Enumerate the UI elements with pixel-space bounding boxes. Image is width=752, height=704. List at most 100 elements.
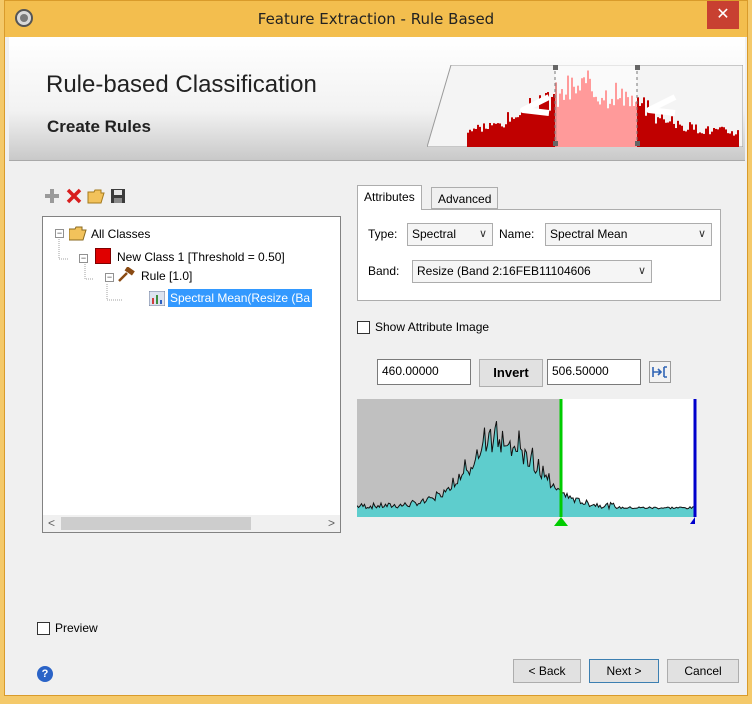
name-value: Spectral Mean [550,227,628,241]
banner-bar [701,133,703,147]
tab-advanced[interactable]: Advanced [431,187,499,209]
banner-bar [487,128,489,147]
cancel-button[interactable]: Cancel [667,659,739,683]
banner-bar [469,129,471,147]
class-color-swatch [95,248,111,264]
show-attribute-image-checkbox[interactable] [357,321,370,334]
banner-bar [507,112,509,147]
banner-bar [669,121,671,147]
banner-bar [657,117,659,147]
open-folder-icon[interactable] [87,187,105,205]
banner-bar [707,126,709,147]
banner-bar [687,129,689,147]
collapse-icon[interactable]: − [79,254,88,263]
banner-bar [709,134,711,147]
scroll-left-icon[interactable]: < [43,515,60,532]
band-dropdown[interactable]: Resize (Band 2:16FEB11104606 ∨ [412,260,652,283]
banner-bar [717,129,719,147]
banner-histogram-graphic [427,65,743,147]
chevron-down-icon: ∨ [634,264,646,277]
banner-bar [659,118,661,147]
tree-horizontal-scrollbar[interactable]: < > [43,515,340,532]
banner-bar [697,133,699,147]
apply-range-icon[interactable] [649,361,671,383]
banner-bar [511,117,513,147]
banner-bar [729,133,731,147]
save-icon[interactable] [109,187,127,205]
title-bar[interactable]: Feature Extraction - Rule Based ✕ [5,1,747,37]
scroll-thumb[interactable] [61,517,251,530]
banner-bar [665,122,667,147]
banner-bar [645,115,647,147]
tree-label-class: New Class 1 [Threshold = 0.50] [117,250,285,264]
banner-bar [527,110,529,147]
folder-icon [69,226,87,241]
banner-bar [475,128,477,147]
banner-bar [727,133,729,147]
attribute-histogram[interactable] [357,399,697,527]
banner-bar [509,121,511,147]
banner-bar [497,123,499,147]
banner-bar [479,126,481,147]
tree-node-attribute[interactable]: Spectral Mean(Resize (Ba [123,289,339,307]
banner-bar [513,118,515,147]
banner-bar [483,123,485,147]
min-threshold-input[interactable]: 460.00000 [377,359,471,385]
banner-bar [503,127,505,147]
banner-bar [675,128,677,147]
banner-bar [691,124,693,147]
banner-bar [667,122,669,147]
add-icon[interactable] [43,187,61,205]
banner-bar [735,134,737,147]
banner-bar [491,125,493,147]
type-label: Type: [368,227,398,241]
banner-bar [723,127,725,147]
tree-label-all-classes: All Classes [91,227,151,241]
attribute-chart-icon [149,291,165,306]
delete-icon[interactable] [65,187,83,205]
tree-label-rule: Rule [1.0] [141,269,193,283]
class-tree[interactable]: − All Classes − New Class 1 [Threshold =… [42,216,341,533]
banner-bar [515,117,517,147]
banner-bar [679,124,681,147]
banner-bar [533,110,535,147]
max-threshold-input[interactable]: 506.50000 [547,359,641,385]
scroll-right-icon[interactable]: > [323,515,340,532]
help-icon[interactable]: ? [37,666,53,682]
collapse-icon[interactable]: − [55,229,64,238]
banner-bar [481,131,483,147]
next-button[interactable]: Next > [589,659,659,683]
banner-bar [477,124,479,147]
band-value: Resize (Band 2:16FEB11104606 [417,264,591,278]
banner-bar [471,131,473,147]
chevron-down-icon: ∨ [697,228,706,240]
banner-bar [673,123,675,147]
banner-bar [733,135,735,147]
banner-bar [685,131,687,147]
banner-bar [725,129,727,147]
banner-bar [655,123,657,147]
banner-bar [683,130,685,147]
close-button[interactable]: ✕ [707,1,739,29]
banner-bar [489,122,491,147]
name-dropdown[interactable]: Spectral Mean ∨ [545,223,712,246]
upper-threshold-handle-icon[interactable] [690,517,695,524]
band-label: Band: [368,264,400,278]
banner-bar [473,128,475,147]
preview-checkbox[interactable] [37,622,50,635]
invert-button[interactable]: Invert [479,359,543,387]
collapse-icon[interactable]: − [105,273,114,282]
banner-bar [721,126,723,147]
gavel-icon [118,267,135,282]
type-dropdown[interactable]: Spectral ∨ [407,223,493,246]
banner-bar [495,123,497,147]
lower-threshold-handle-icon[interactable] [554,517,568,526]
banner-bar [641,103,643,147]
banner-bar [653,108,655,147]
dialog-window: Feature Extraction - Rule Based ✕ Rule-b… [4,0,748,696]
banner-bar [719,127,721,147]
banner-bar [699,132,701,147]
back-button[interactable]: < Back [513,659,581,683]
banner-bar [493,123,495,147]
tab-attributes[interactable]: Attributes [357,185,422,210]
